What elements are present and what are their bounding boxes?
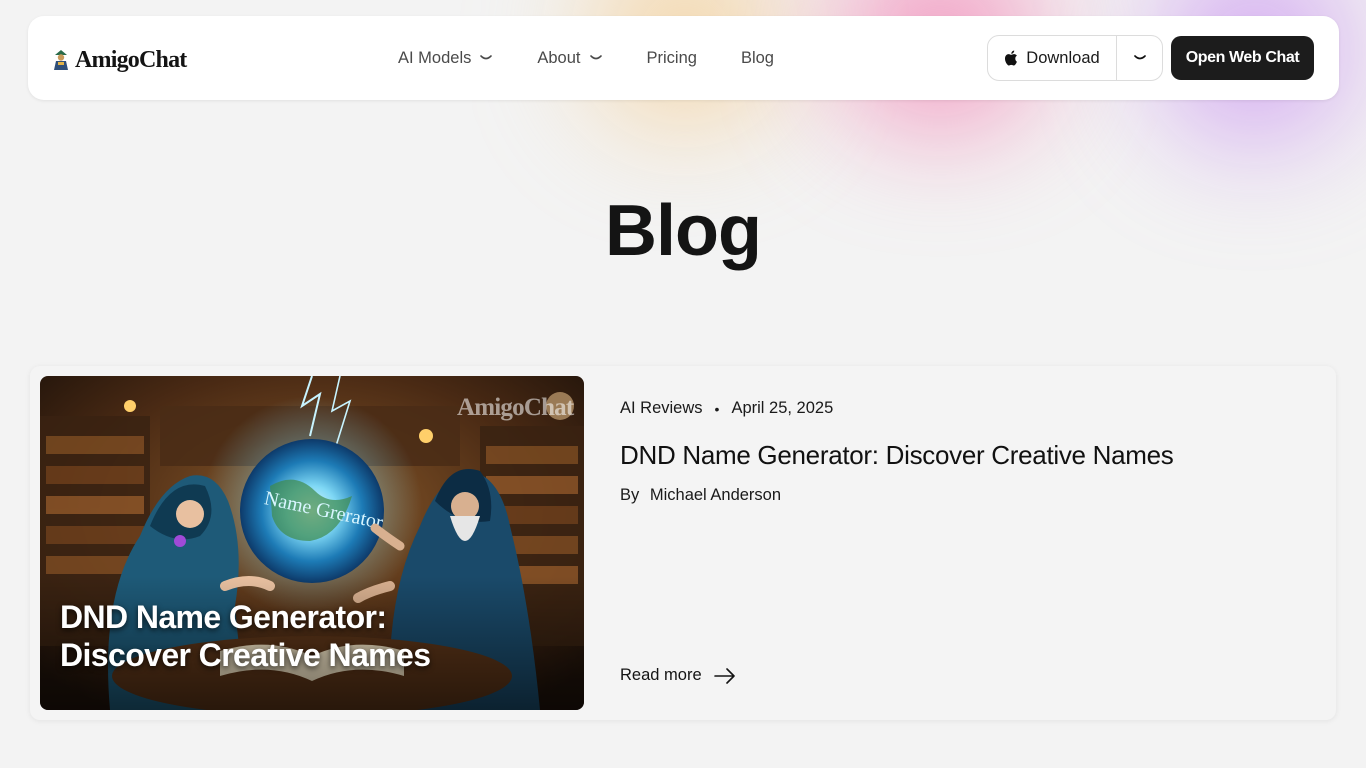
- post-thumbnail[interactable]: Name Grerator AmigoChat DND Name Generat…: [40, 376, 584, 710]
- download-button-group: Download: [987, 35, 1163, 81]
- nav-ai-models-label: AI Models: [398, 48, 472, 67]
- post-meta: AI Reviews • April 25, 2025: [620, 399, 833, 418]
- site-header: AmigoChat AI Models About Pricing Blog D…: [28, 16, 1339, 100]
- chevron-down-icon: [1133, 55, 1146, 60]
- arrow-right-icon: [713, 667, 735, 684]
- main-nav: AI Models About Pricing Blog: [398, 46, 818, 70]
- thumbnail-title: DND Name Generator: Discover Creative Na…: [60, 599, 431, 673]
- blog-post-card: Name Grerator AmigoChat DND Name Generat…: [30, 366, 1336, 720]
- post-byline: By Michael Anderson: [620, 486, 781, 505]
- download-button[interactable]: Download: [988, 36, 1117, 80]
- read-more-label: Read more: [620, 666, 702, 684]
- download-label: Download: [1026, 48, 1100, 67]
- nav-blog[interactable]: Blog: [741, 49, 774, 68]
- read-more-link[interactable]: Read more: [620, 666, 736, 685]
- nav-pricing[interactable]: Pricing: [647, 49, 697, 68]
- logo[interactable]: AmigoChat: [52, 46, 187, 74]
- logo-text: AmigoChat: [75, 46, 187, 73]
- nav-ai-models[interactable]: AI Models: [398, 49, 493, 68]
- post-title[interactable]: DND Name Generator: Discover Creative Na…: [620, 440, 1174, 471]
- download-options-toggle[interactable]: [1117, 36, 1162, 80]
- post-date: April 25, 2025: [731, 399, 834, 417]
- logo-icon: [54, 50, 68, 70]
- nav-about-label: About: [537, 48, 581, 67]
- apple-icon: [1005, 50, 1018, 66]
- post-category[interactable]: AI Reviews: [620, 399, 703, 418]
- thumbnail-watermark: AmigoChat: [457, 394, 574, 421]
- nav-about[interactable]: About: [537, 49, 602, 68]
- meta-separator-dot: •: [714, 400, 720, 417]
- chevron-down-icon: [589, 55, 602, 60]
- nav-pricing-label: Pricing: [646, 48, 697, 67]
- page-title: Blog: [605, 191, 762, 271]
- chevron-down-icon: [480, 55, 493, 60]
- post-author: Michael Anderson: [649, 486, 782, 504]
- byline-prefix: By: [620, 486, 640, 504]
- open-web-chat-button[interactable]: Open Web Chat: [1171, 36, 1314, 80]
- nav-blog-label: Blog: [740, 48, 774, 67]
